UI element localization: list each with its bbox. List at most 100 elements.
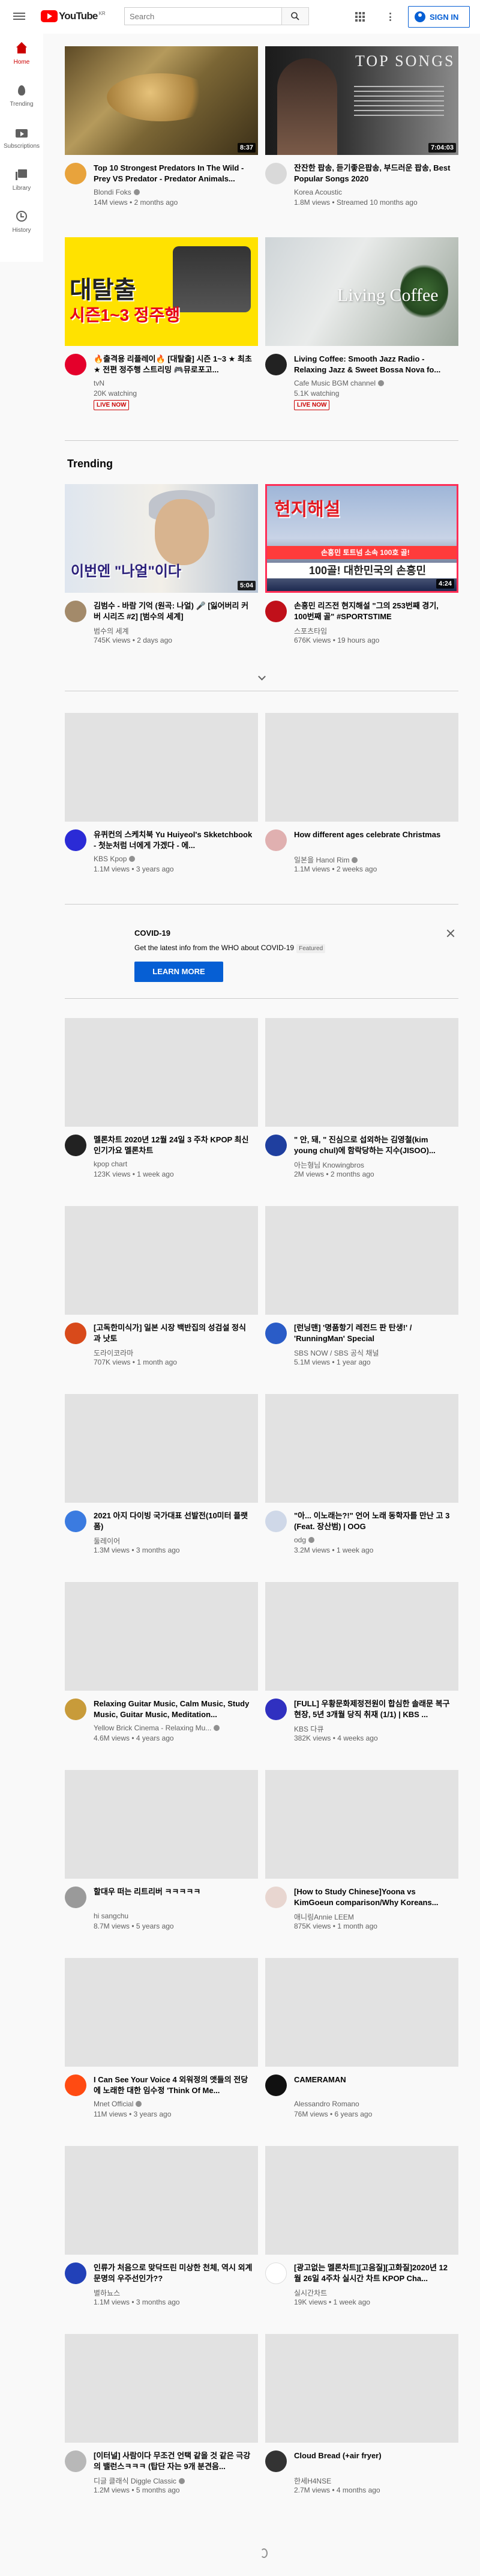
channel-avatar[interactable] — [65, 163, 86, 184]
video-title[interactable]: 2021 아지 다이빙 국가대표 선발전(10미터 플랫폼) — [94, 1511, 253, 1532]
channel-name[interactable]: Mnet Official — [94, 2100, 253, 2108]
channel-avatar[interactable] — [265, 2074, 287, 2096]
channel-avatar[interactable] — [265, 1887, 287, 1908]
channel-avatar[interactable] — [265, 2450, 287, 2472]
shelf-title-trending[interactable]: Trending — [67, 458, 113, 470]
video-title[interactable]: Top 10 Strongest Predators In The Wild -… — [94, 163, 253, 184]
video-title[interactable]: CAMERAMAN — [294, 2074, 453, 2085]
channel-avatar[interactable] — [65, 2262, 86, 2284]
channel-name[interactable]: 애니링Annie LEEM — [294, 1912, 453, 1922]
video-title[interactable]: 인류가 처음으로 맞닥뜨린 미상한 천체, 역시 외계 문명의 우주선인가?? — [94, 2262, 253, 2284]
video-card[interactable]: [FULL] 우황문화제정전원이 합심한 솔래문 복구 현장, 5년 3개월 당… — [265, 1582, 458, 1775]
channel-name[interactable]: Yellow Brick Cinema - Relaxing Mu... — [94, 1724, 253, 1732]
video-card[interactable]: 8:37 Top 10 Strongest Predators In The W… — [65, 46, 258, 240]
video-thumbnail[interactable] — [65, 1394, 258, 1503]
channel-avatar[interactable] — [65, 2450, 86, 2472]
channel-avatar[interactable] — [65, 354, 86, 375]
video-thumbnail[interactable] — [265, 1018, 458, 1127]
channel-avatar[interactable] — [265, 2262, 287, 2284]
video-thumbnail[interactable] — [65, 2334, 258, 2443]
video-card[interactable]: [고독한미식가] 일본 시장 백반집의 성검설 정식과 낫토 도라이코라마 707K… — [65, 1206, 258, 1399]
channel-avatar[interactable] — [65, 2074, 86, 2096]
channel-avatar[interactable] — [265, 163, 287, 184]
channel-name[interactable]: 도라이코라마 — [94, 1348, 253, 1358]
video-thumbnail[interactable] — [65, 1018, 258, 1127]
video-thumbnail[interactable] — [265, 713, 458, 822]
shelf-expand-chevron-icon[interactable] — [257, 673, 266, 682]
video-card[interactable]: 유퀴컨의 스케치북 Yu Huiyeol's Skketchbook - 첫눈처… — [65, 713, 258, 906]
channel-name[interactable]: 스포츠타임 — [294, 626, 453, 636]
channel-name[interactable]: Korea Acoustic — [294, 188, 453, 196]
video-title[interactable]: "아... 이노래는?!" 언어 노래 동학자를 만난 고 3 (Feat. 장… — [294, 1511, 453, 1532]
channel-name[interactable]: odg — [294, 1536, 453, 1544]
channel-name[interactable]: hi sangchu — [94, 1912, 253, 1920]
video-title[interactable]: How different ages celebrate Christmas — [294, 829, 453, 840]
apps-grid-icon[interactable] — [354, 11, 366, 23]
channel-name[interactable]: Alessandro Romano — [294, 2100, 453, 2108]
video-thumbnail[interactable] — [265, 2334, 458, 2443]
video-thumbnail[interactable] — [265, 1770, 458, 1879]
video-thumbnail[interactable]: 현지해설 손흥민 토트넘 소속 100호 골! 100골! 대한민국의 손흥민 4:2… — [265, 484, 458, 593]
video-card[interactable]: 멜론차트 2020년 12월 24일 3 주차 KPOP 최신 인기가요 멜론차… — [65, 1018, 258, 1211]
video-card[interactable]: 대탈출 시즌1~3 정주행 🔥출격용 리플레이🔥 [대탈출] 시즌 1~3 ★ 최… — [65, 237, 258, 431]
video-card[interactable]: 현지해설 손흥민 토트넘 소속 100호 골! 100골! 대한민국의 손흥민 4:2… — [265, 484, 458, 677]
video-thumbnail[interactable]: TOP SONGS 7:04:03 — [265, 46, 458, 155]
video-thumbnail[interactable] — [65, 2146, 258, 2255]
video-title[interactable]: Living Coffee: Smooth Jazz Radio - Relax… — [294, 354, 453, 375]
video-title[interactable]: 유퀴컨의 스케치북 Yu Huiyeol's Skketchbook - 첫눈처… — [94, 829, 253, 851]
learn-more-button[interactable]: LEARN MORE — [134, 962, 223, 982]
video-title[interactable]: 잔잔한 팝송, 듣기좋은팝송, 부드러운 팝송, Best Popular So… — [294, 163, 453, 184]
video-thumbnail[interactable] — [65, 713, 258, 822]
video-card[interactable]: I Can See Your Voice 4 외워정의 앳들의 전당에 노래한 … — [65, 1958, 258, 2151]
sign-in-button[interactable]: SIGN IN — [408, 6, 470, 28]
video-card[interactable]: CAMERAMAN Alessandro Romano 76M views • 6 … — [265, 1958, 458, 2151]
video-card[interactable]: Living Coffee Living Coffee: Smooth Jazz… — [265, 237, 458, 431]
video-thumbnail[interactable]: Living Coffee — [265, 237, 458, 346]
video-card[interactable]: [이터널] 사람이다 무조건 언택 같을 것 같은 극강의 밸런스ㅋㅋㅋ (탑단… — [65, 2334, 258, 2527]
video-thumbnail[interactable] — [265, 2146, 458, 2255]
video-title[interactable]: 김범수 - 바람 기억 (원곡: 나얼) 🎤 [잃어버리 커버 시리즈 #2] … — [94, 601, 253, 622]
channel-name[interactable]: 아는형님 Knowingbros — [294, 1160, 453, 1170]
search-input[interactable] — [124, 7, 282, 25]
channel-name[interactable]: KBS Kpop — [94, 855, 253, 863]
video-title[interactable]: 🔥출격용 리플레이🔥 [대탈출] 시즌 1~3 ★ 최초★ 전편 정주행 스트리… — [94, 354, 253, 375]
channel-avatar[interactable] — [65, 601, 86, 622]
channel-name[interactable]: 한세H4NSE — [294, 2476, 453, 2486]
video-thumbnail[interactable] — [65, 1206, 258, 1315]
channel-avatar[interactable] — [65, 829, 86, 851]
video-card[interactable]: TOP SONGS 7:04:03 잔잔한 팝송, 듣기좋은팝송, 부드러운 팝송… — [265, 46, 458, 240]
channel-name[interactable]: SBS NOW / SBS 공식 채널 — [294, 1348, 453, 1358]
video-thumbnail[interactable]: 8:37 — [65, 46, 258, 155]
video-title[interactable]: 할대우 떠는 리트리버 ㅋㅋㅋㅋㅋ — [94, 1887, 253, 1897]
video-card[interactable]: Relaxing Guitar Music, Calm Music, Study… — [65, 1582, 258, 1775]
video-card[interactable]: " 안, 돼, " 진심으로 섭외하는 김영철(kim young chul)에… — [265, 1018, 458, 1211]
channel-name[interactable]: KBS 다큐 — [294, 1724, 453, 1734]
video-thumbnail[interactable]: 이번엔 "나얼"이다 5:04 — [65, 484, 258, 593]
close-icon[interactable] — [446, 929, 455, 938]
video-thumbnail[interactable] — [265, 1206, 458, 1315]
channel-avatar[interactable] — [65, 1135, 86, 1156]
channel-name[interactable]: 실시간차트 — [294, 2288, 453, 2298]
video-thumbnail[interactable] — [265, 1958, 458, 2067]
video-card[interactable]: [광고없는 멜론차트][고음질][고화질]2020년 12월 26일 4주차 실… — [265, 2146, 458, 2339]
video-card[interactable]: "아... 이노래는?!" 언어 노래 동학자를 만난 고 3 (Feat. 장… — [265, 1394, 458, 1587]
channel-avatar[interactable] — [265, 829, 287, 851]
channel-avatar[interactable] — [65, 1323, 86, 1344]
settings-dots-icon[interactable] — [384, 11, 396, 23]
channel-name[interactable]: 일본을 Hanol Rim — [294, 855, 453, 865]
channel-avatar[interactable] — [265, 601, 287, 622]
channel-avatar[interactable] — [65, 1699, 86, 1720]
video-card[interactable]: [런닝맨] '명품항기 레전드 판 탄생!' / 'RunningMan' Sp… — [265, 1206, 458, 1399]
youtube-logo[interactable]: YouTube KR — [41, 10, 106, 23]
guide-item-library[interactable]: Library — [0, 160, 43, 202]
channel-name[interactable]: Cafe Music BGM channel — [294, 379, 453, 387]
guide-item-history[interactable]: History — [0, 202, 43, 244]
video-title[interactable]: I Can See Your Voice 4 외워정의 앳들의 전당에 노래한 … — [94, 2074, 253, 2096]
video-card[interactable]: 인류가 처음으로 맞닥뜨린 미상한 천체, 역시 외계 문명의 우주선인가?? 별… — [65, 2146, 258, 2339]
channel-avatar[interactable] — [265, 1135, 287, 1156]
video-thumbnail[interactable] — [65, 1582, 258, 1691]
video-title[interactable]: " 안, 돼, " 진심으로 섭외하는 김영철(kim young chul)에… — [294, 1135, 453, 1156]
channel-name[interactable]: 범수의 세계 — [94, 626, 253, 636]
video-card[interactable]: How different ages celebrate Christmas 일… — [265, 713, 458, 906]
video-title[interactable]: [How to Study Chinese]Yoona vs KimGoeun … — [294, 1887, 453, 1908]
